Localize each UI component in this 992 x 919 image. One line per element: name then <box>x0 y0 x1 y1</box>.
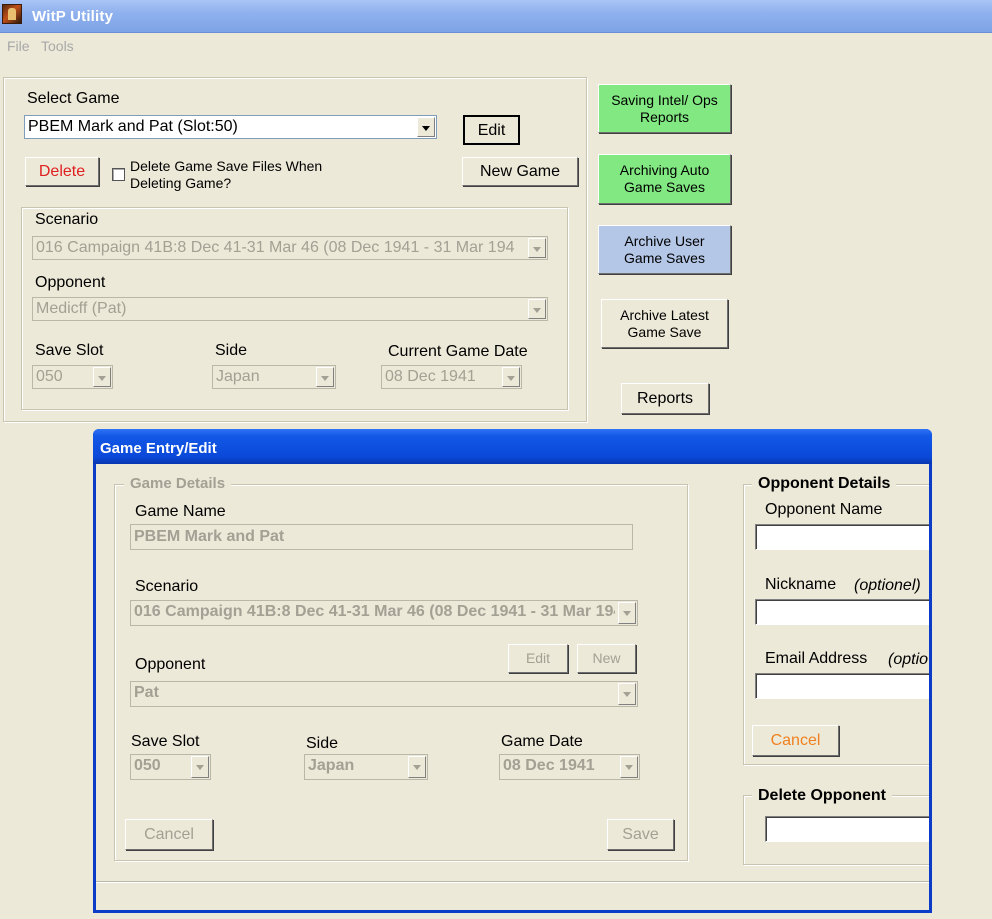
save-slot-value: 050 <box>36 368 63 385</box>
game-name-field: PBEM Mark and Pat <box>130 524 633 550</box>
side-combo: Japan <box>212 365 336 389</box>
app-icon[interactable] <box>2 4 22 24</box>
archive-user-label-line2: Game Saves <box>624 249 705 266</box>
game-entry-dialog: Game Entry/Edit Game Details Game Name P… <box>93 429 932 913</box>
delete-game-button[interactable]: Delete <box>25 157 99 186</box>
chevron-down-icon <box>408 756 426 778</box>
chevron-down-icon <box>316 367 334 387</box>
email-optional: (optio <box>888 651 929 668</box>
delete-files-checkbox[interactable] <box>112 168 125 181</box>
nickname-optional: (optionel) <box>854 577 921 594</box>
saving-intel-reports-button[interactable]: Saving Intel/ Ops Reports <box>598 84 731 133</box>
dialog-save-slot-combo: 050 <box>130 754 211 780</box>
select-game-value: PBEM Mark and Pat (Slot:50) <box>28 118 238 135</box>
email-label: Email Address <box>765 650 868 667</box>
archive-latest-label-line1: Archive Latest <box>620 306 709 323</box>
select-game-combo[interactable]: PBEM Mark and Pat (Slot:50) <box>24 115 437 139</box>
delete-opponent-combo[interactable] <box>765 816 929 842</box>
opponent-label: Opponent <box>35 274 106 291</box>
archiving-auto-label-line2: Game Saves <box>624 179 705 195</box>
current-date-value: 08 Dec 1941 <box>385 368 476 385</box>
opponent-details-legend: Opponent Details <box>752 475 897 493</box>
opponent-combo: Medicff (Pat) <box>32 297 548 321</box>
chevron-down-icon <box>620 756 638 778</box>
menu-file[interactable]: File <box>7 38 30 54</box>
chevron-down-icon <box>528 299 546 319</box>
save-slot-combo: 050 <box>32 365 113 389</box>
nickname-input[interactable] <box>755 599 929 625</box>
delete-opponent-legend: Delete Opponent <box>752 787 893 805</box>
dialog-cancel-button: Cancel <box>125 819 213 850</box>
current-date-combo: 08 Dec 1941 <box>381 365 522 389</box>
edit-game-button[interactable]: Edit <box>463 115 520 145</box>
opponent-value: Medicff (Pat) <box>36 300 127 317</box>
chevron-down-icon[interactable] <box>417 117 435 137</box>
dialog-opponent-value: Pat <box>134 684 159 701</box>
status-divider <box>96 881 929 883</box>
scenario-combo: 016 Campaign 41B:8 Dec 41-31 Mar 46 (08 … <box>32 236 548 260</box>
side-value: Japan <box>216 368 260 385</box>
title-bar: WitP Utility <box>0 0 992 33</box>
reports-button[interactable]: Reports <box>621 383 709 414</box>
chevron-down-icon <box>528 238 546 258</box>
opponent-name-label: Opponent Name <box>765 501 883 518</box>
chevron-down-icon <box>93 367 111 387</box>
opponent-new-button: New <box>577 644 636 673</box>
select-game-label: Select Game <box>27 90 120 107</box>
opponent-name-input[interactable] <box>755 524 929 550</box>
dialog-scenario-value: 016 Campaign 41B:8 Dec 41-31 Mar 46 (08 … <box>134 603 615 620</box>
dialog-side-value: Japan <box>308 757 355 774</box>
dialog-side-label: Side <box>306 735 339 752</box>
new-game-button[interactable]: New Game <box>462 157 578 186</box>
dialog-body: Game Details Game Name PBEM Mark and Pat… <box>96 464 929 910</box>
archive-user-label-line1: Archive User <box>624 232 705 249</box>
opponent-cancel-button[interactable]: Cancel <box>752 725 839 756</box>
chevron-down-icon <box>618 602 636 624</box>
archiving-auto-label-line1: Archiving Auto <box>619 162 710 178</box>
dialog-scenario-label: Scenario <box>135 578 199 595</box>
scenario-label: Scenario <box>35 211 99 228</box>
scenario-value: 016 Campaign 41B:8 Dec 41-31 Mar 46 (08 … <box>36 239 515 256</box>
opponent-edit-button: Edit <box>508 644 568 673</box>
email-input[interactable] <box>755 673 929 699</box>
dialog-title: Game Entry/Edit <box>100 440 217 457</box>
current-date-label: Current Game Date <box>388 343 528 360</box>
archiving-auto-saves-button[interactable]: Archiving Auto Game Saves <box>598 154 731 204</box>
side-label: Side <box>215 342 248 359</box>
chevron-down-icon <box>618 683 636 705</box>
nickname-label: Nickname <box>765 576 837 593</box>
dialog-game-date-value: 08 Dec 1941 <box>503 757 595 774</box>
dialog-opponent-label: Opponent <box>135 656 206 673</box>
dialog-save-button: Save <box>607 819 674 850</box>
game-name-value: PBEM Mark and Pat <box>134 528 285 545</box>
saving-intel-label-line2: Reports <box>639 108 690 125</box>
dialog-game-date-label: Game Date <box>501 733 583 750</box>
game-details-legend: Game Details <box>124 475 232 492</box>
dialog-game-date-combo: 08 Dec 1941 <box>499 754 640 780</box>
archive-latest-label-line2: Game Save <box>627 323 702 340</box>
dialog-side-combo: Japan <box>304 754 428 780</box>
dialog-scenario-combo: 016 Campaign 41B:8 Dec 41-31 Mar 46 (08 … <box>130 600 638 626</box>
saving-intel-label-line1: Saving Intel/ Ops <box>611 91 718 108</box>
chevron-down-icon <box>191 756 209 778</box>
menu-tools[interactable]: Tools <box>41 38 74 54</box>
delete-files-label-line1: Delete Game Save Files When <box>130 158 323 174</box>
dialog-opponent-combo: Pat <box>130 681 638 707</box>
dialog-save-slot-label: Save Slot <box>131 733 200 750</box>
archive-latest-save-button[interactable]: Archive Latest Game Save <box>601 299 728 348</box>
chevron-down-icon <box>502 367 520 387</box>
dialog-save-slot-value: 050 <box>134 757 161 774</box>
menu-bar: File Tools <box>0 34 992 58</box>
window-title: WitP Utility <box>32 8 114 25</box>
game-name-label: Game Name <box>135 503 226 520</box>
archive-user-saves-button[interactable]: Archive User Game Saves <box>598 225 731 274</box>
delete-files-label-line2: Deleting Game? <box>130 175 232 191</box>
dialog-title-bar[interactable]: Game Entry/Edit <box>93 429 932 464</box>
save-slot-label: Save Slot <box>35 342 104 359</box>
